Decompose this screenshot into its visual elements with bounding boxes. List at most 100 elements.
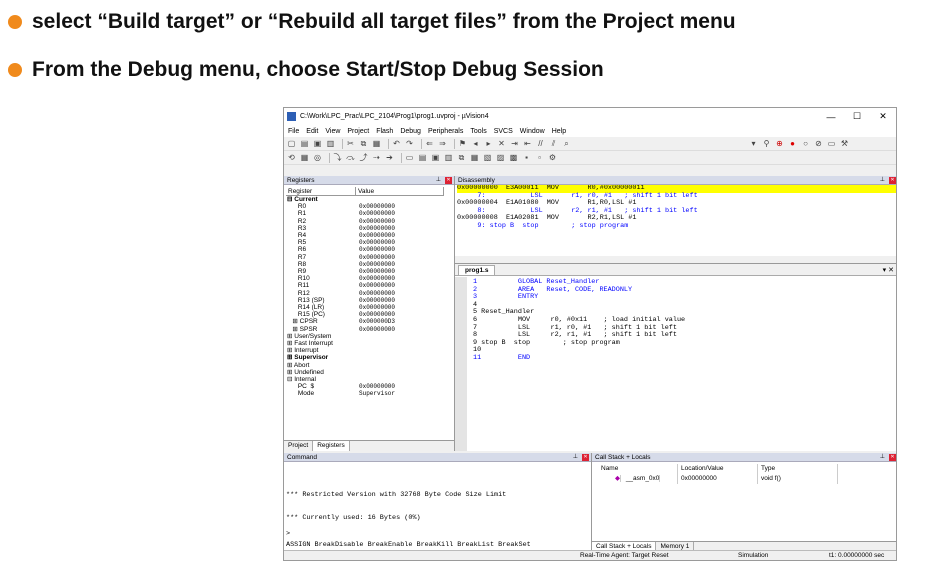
register-row[interactable]: R1 0x00000000 <box>287 210 454 217</box>
tab-controls[interactable]: ▾ ✕ <box>883 266 894 274</box>
menu-view[interactable]: View <box>325 128 340 135</box>
register-row[interactable]: R2 0x00000000 <box>287 218 454 225</box>
close-pane-icon[interactable]: ✕ <box>889 454 896 461</box>
breakpoint-kill-icon[interactable]: ⊘ <box>814 139 823 148</box>
register-row[interactable]: ⊞ SPSR 0x00000000 <box>287 326 454 333</box>
show-next-statement-icon[interactable]: ➔ <box>385 153 394 162</box>
register-row[interactable]: PC $ 0x00000000 <box>287 383 454 390</box>
window-layout-icon[interactable]: ▭ <box>827 139 836 148</box>
disassembly-window-icon[interactable]: ▤ <box>418 153 427 162</box>
close-pane-icon[interactable]: ✕ <box>445 177 452 184</box>
step-out-icon[interactable]: ⤴ <box>359 152 368 163</box>
save-all-icon[interactable]: ▥ <box>326 139 335 148</box>
reset-cpu-icon[interactable]: ⟲ <box>287 153 296 162</box>
register-row[interactable]: ⊞ Interrupt <box>287 347 454 354</box>
maximize-button[interactable]: ☐ <box>844 111 870 122</box>
register-row[interactable]: R4 0x00000000 <box>287 232 454 239</box>
trace-window-icon[interactable]: ▪ <box>522 153 531 162</box>
register-row[interactable]: R11 0x00000000 <box>287 282 454 289</box>
new-file-icon[interactable]: ▢ <box>287 139 296 148</box>
open-file-icon[interactable]: ▤ <box>300 139 309 148</box>
register-row[interactable]: R6 0x00000000 <box>287 246 454 253</box>
register-row[interactable]: R10 0x00000000 <box>287 275 454 282</box>
call-stack-window-icon[interactable]: ⧉ <box>457 153 466 163</box>
menu-help[interactable]: Help <box>552 128 566 135</box>
comment-icon[interactable]: // <box>536 139 545 148</box>
registers-window-icon[interactable]: ▥ <box>444 153 453 162</box>
menu-flash[interactable]: Flash <box>376 128 393 135</box>
menu-project[interactable]: Project <box>347 128 369 135</box>
breakpoint-icon[interactable]: ● <box>788 139 797 148</box>
redo-icon[interactable]: ↷ <box>405 139 414 148</box>
tab-registers[interactable]: Registers <box>313 441 350 451</box>
close-pane-icon[interactable]: ✕ <box>582 454 589 461</box>
find-icon[interactable]: ⚲ <box>762 139 771 148</box>
menu-svcs[interactable]: SVCS <box>494 128 513 135</box>
pin-icon[interactable]: ⊥ <box>436 176 441 185</box>
register-row[interactable]: R14 (LR) 0x00000000 <box>287 304 454 311</box>
source-code[interactable]: 1 GLOBAL Reset_Handler 2 AREA Reset, CODE… <box>473 278 685 363</box>
register-row[interactable]: R13 (SP) 0x00000000 <box>287 297 454 304</box>
register-row[interactable]: Mode Supervisor <box>287 390 454 397</box>
toolbox-icon[interactable]: ⚙ <box>548 153 557 162</box>
bookmark-prev-icon[interactable]: ◂ <box>471 139 480 148</box>
column-header-type[interactable]: Type <box>758 464 838 474</box>
uncomment-icon[interactable]: ⫽ <box>549 139 558 149</box>
column-header-value[interactable]: Value <box>356 187 444 195</box>
cut-icon[interactable]: ✂ <box>346 139 355 148</box>
menu-file[interactable]: File <box>288 128 299 135</box>
indent-icon[interactable]: ⇥ <box>510 139 519 148</box>
register-row[interactable]: R3 0x00000000 <box>287 225 454 232</box>
nav-back-icon[interactable]: ⇐ <box>425 139 434 148</box>
step-into-icon[interactable]: ⤵ <box>333 152 342 163</box>
configure-icon[interactable]: ⚒ <box>840 139 849 148</box>
run-to-cursor-icon[interactable]: ⇢ <box>372 153 381 162</box>
menu-peripherals[interactable]: Peripherals <box>428 128 463 135</box>
menu-window[interactable]: Window <box>520 128 545 135</box>
bookmark-clear-icon[interactable]: ✕ <box>497 139 506 148</box>
debug-session-icon[interactable]: ⊕ <box>775 139 784 148</box>
register-row[interactable]: ⊞ Supervisor <box>287 354 454 361</box>
undo-icon[interactable]: ↶ <box>392 139 401 148</box>
system-viewer-icon[interactable]: ▫ <box>535 153 544 162</box>
tab-project[interactable]: Project <box>284 441 314 451</box>
bookmark-next-icon[interactable]: ▸ <box>484 139 493 148</box>
tab-prog1-s[interactable]: prog1.s <box>458 265 496 275</box>
register-row[interactable]: ⊞ Fast Interrupt <box>287 340 454 347</box>
callstack-row[interactable]: ◆ __asm_0x0 0x00000000 void f() <box>598 474 892 484</box>
menu-debug[interactable]: Debug <box>400 128 421 135</box>
pin-icon[interactable]: ⊥ <box>573 453 578 462</box>
bookmark-icon[interactable]: ⚑ <box>458 139 467 148</box>
find-in-files-icon[interactable]: ⌕ <box>562 139 571 149</box>
symbols-window-icon[interactable]: ▣ <box>431 153 440 162</box>
register-row[interactable]: R8 0x00000000 <box>287 261 454 268</box>
nav-forward-icon[interactable]: ⇒ <box>438 139 447 148</box>
register-row[interactable]: R15 (PC) 0x00000000 <box>287 311 454 318</box>
paste-icon[interactable]: ▦ <box>372 139 381 148</box>
analysis-window-icon[interactable]: ▩ <box>509 153 518 162</box>
step-over-icon[interactable]: ⤼ <box>346 153 355 163</box>
serial-window-icon[interactable]: ▨ <box>496 153 505 162</box>
register-row[interactable]: ⊞ CPSR 0x000000D3 <box>287 318 454 325</box>
register-row[interactable]: ⊞ Undefined <box>287 369 454 376</box>
register-row[interactable]: R7 0x00000000 <box>287 254 454 261</box>
register-row[interactable]: R5 0x00000000 <box>287 239 454 246</box>
run-icon[interactable]: ▦ <box>300 153 309 162</box>
command-window-icon[interactable]: ▭ <box>405 153 414 162</box>
register-row[interactable]: R12 0x00000000 <box>287 290 454 297</box>
stop-icon[interactable]: ◎ <box>313 153 322 162</box>
memory-window-icon[interactable]: ▧ <box>483 153 492 162</box>
register-row[interactable]: R9 0x00000000 <box>287 268 454 275</box>
outdent-icon[interactable]: ⇤ <box>523 139 532 148</box>
register-row[interactable]: R0 0x00000000 <box>287 203 454 210</box>
menu-edit[interactable]: Edit <box>306 128 318 135</box>
menu-tools[interactable]: Tools <box>470 128 486 135</box>
column-header-location[interactable]: Location/Value <box>678 464 758 474</box>
column-header-name[interactable]: Name <box>598 464 678 474</box>
pin-icon[interactable]: ⊥ <box>880 176 885 185</box>
breakpoint-disable-icon[interactable]: ○ <box>801 139 810 148</box>
register-row[interactable]: ⊟ Internal <box>287 376 454 383</box>
register-row[interactable]: ⊟ Current <box>287 196 454 203</box>
close-pane-icon[interactable]: ✕ <box>889 177 896 184</box>
close-button[interactable]: ✕ <box>870 111 896 122</box>
